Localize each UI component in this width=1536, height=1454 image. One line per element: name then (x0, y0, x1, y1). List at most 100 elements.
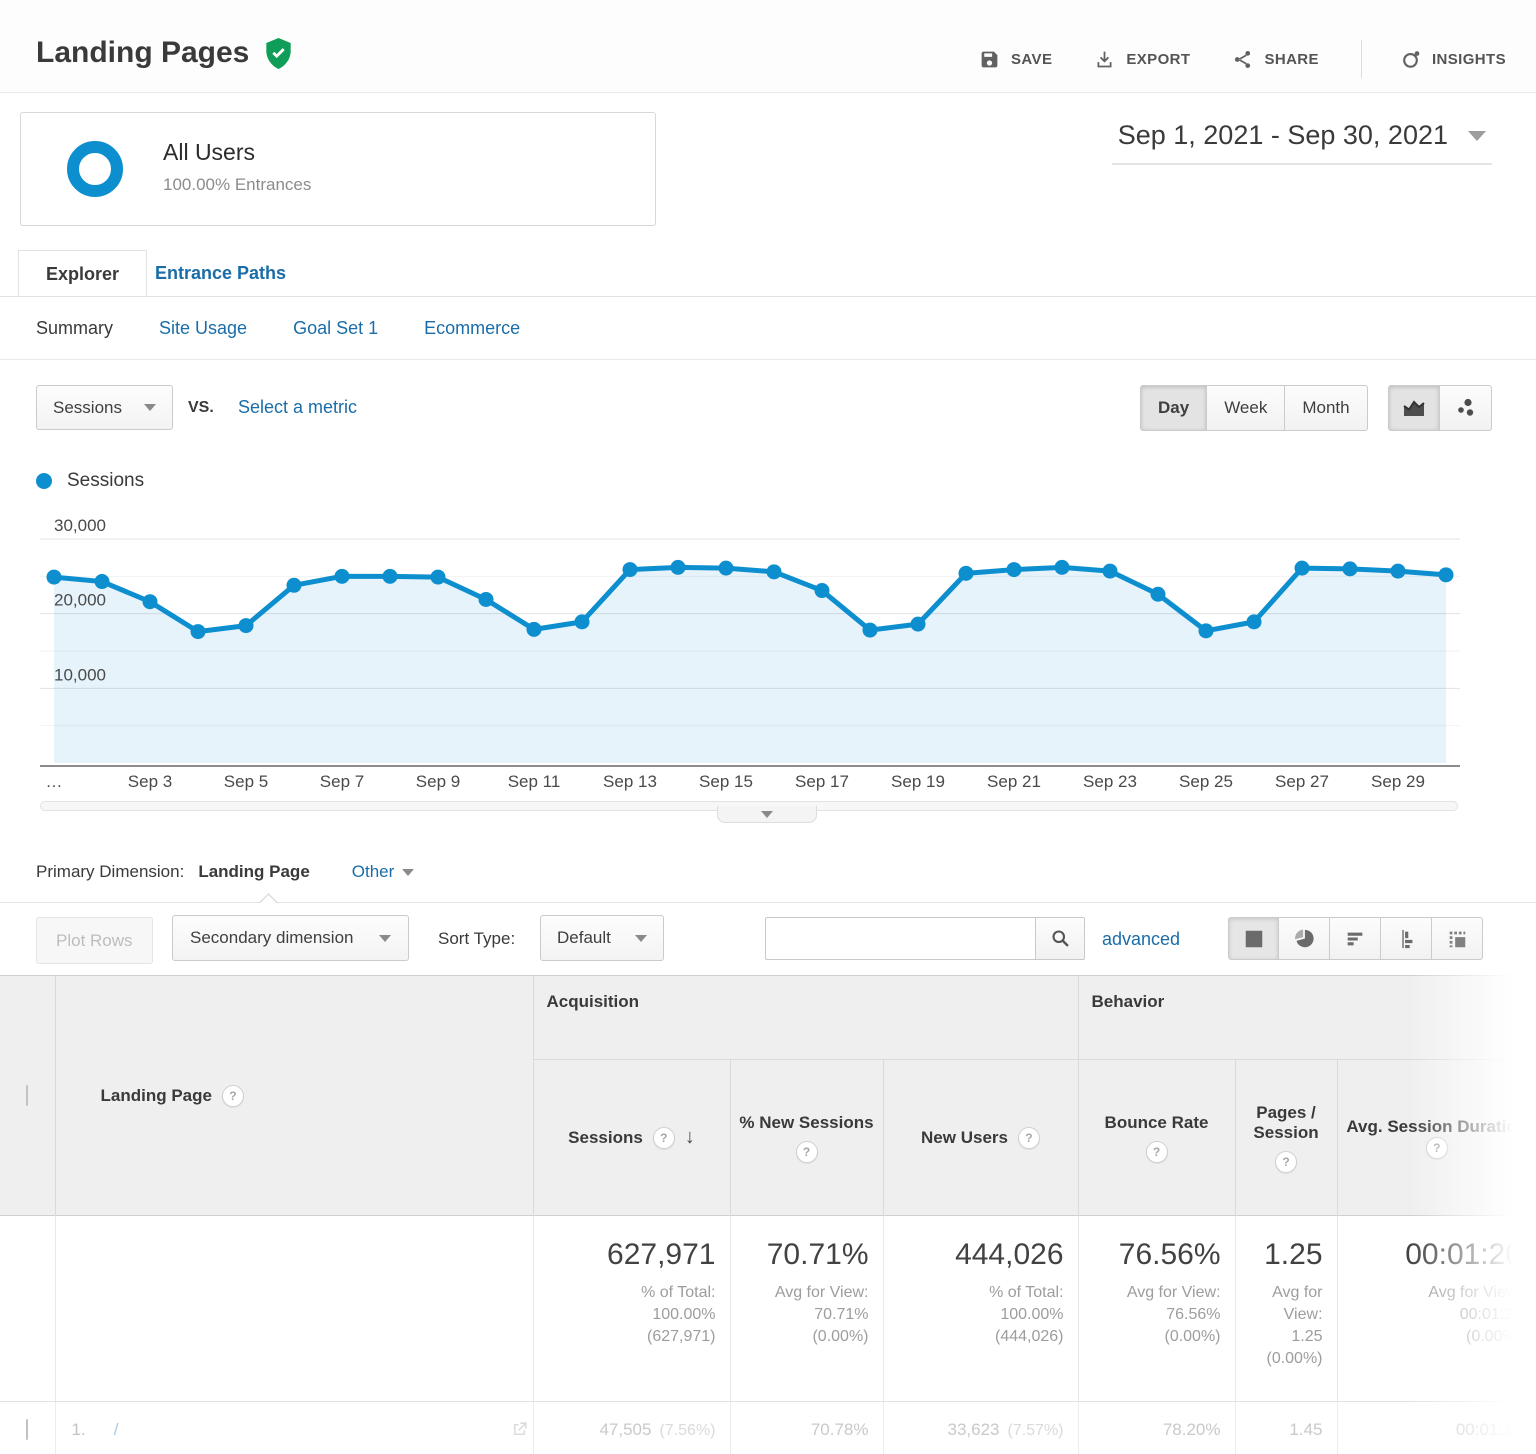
view-percentage-button[interactable] (1279, 917, 1330, 960)
select-a-metric-link[interactable]: Select a metric (238, 397, 357, 418)
vs-label: VS. (188, 399, 214, 416)
x-axis-labels: … Sep 3 Sep 5 Sep 7 Sep 9 Sep 11 Sep 13 Sep 15 S… (40, 772, 1460, 800)
plot-rows-button[interactable]: Plot Rows (36, 917, 153, 964)
landing-page-link[interactable]: / (114, 1420, 119, 1440)
landing-pages-table: Landing Page ? Acquisition Behavior Sess… (0, 975, 1536, 1454)
svg-text:10,000: 10,000 (54, 665, 106, 684)
share-icon (1235, 50, 1251, 68)
help-icon[interactable]: ? (1425, 1136, 1448, 1159)
view-pivot-button[interactable] (1432, 917, 1483, 960)
x-axis-tick-label: Sep 23 (1083, 772, 1137, 791)
chevron-down-icon (143, 404, 156, 411)
row-checkbox[interactable] (26, 1418, 29, 1440)
sessions-cell: 47,505 (7.56%) (532, 1401, 730, 1454)
svg-text:30,000: 30,000 (54, 516, 106, 535)
granularity-week-button[interactable]: Week (1207, 385, 1286, 431)
line-chart-icon (1403, 400, 1425, 416)
report-tabs: Explorer Entrance Paths (0, 250, 1536, 297)
insights-button[interactable]: INSIGHTS (1400, 49, 1506, 70)
tab-entrance-paths[interactable]: Entrance Paths (155, 250, 286, 296)
export-button[interactable]: EXPORT (1094, 49, 1190, 70)
annotations-expander[interactable] (717, 806, 817, 823)
granularity-day-button[interactable]: Day (1140, 385, 1208, 431)
x-axis-tick-label: Sep 3 (127, 772, 173, 791)
x-axis-tick-label: Sep 7 (319, 772, 365, 791)
dimension-landing-page[interactable]: Landing Page (198, 862, 309, 882)
view-comparison-button[interactable] (1381, 917, 1432, 960)
sort-type-dropdown[interactable]: Default (540, 915, 664, 961)
landing-page-cell: 1. / (54, 1401, 533, 1454)
new-sessions-cell: 70.78% (729, 1401, 883, 1454)
help-icon[interactable]: ? (795, 1140, 818, 1163)
search-input[interactable] (765, 917, 1035, 960)
subtab-site-usage[interactable]: Site Usage (159, 318, 247, 339)
sessions-column-header[interactable]: Sessions ? ↓ (532, 1059, 730, 1216)
pie-chart-icon (1295, 929, 1314, 947)
advanced-search-link[interactable]: advanced (1102, 929, 1180, 950)
segment-donut-icon (67, 141, 123, 197)
report-header: Landing Pages SAVE EXPORT SHARE INSIGHTS (0, 0, 1536, 93)
help-icon[interactable]: ? (1017, 1126, 1040, 1149)
new-users-column-header[interactable]: New Users ? (882, 1059, 1079, 1216)
subtab-goal-set-1[interactable]: Goal Set 1 (293, 318, 378, 339)
secondary-dimension-dropdown[interactable]: Secondary dimension (172, 915, 410, 961)
avg-duration-cell: 00:01:12 (1336, 1401, 1536, 1454)
chevron-down-icon (402, 868, 415, 876)
export-icon (1097, 51, 1112, 67)
tab-explorer[interactable]: Explorer (18, 250, 148, 296)
motion-chart-view-button[interactable] (1440, 385, 1492, 431)
page-title-text: Landing Pages (36, 36, 250, 69)
segment-card-all-users[interactable]: All Users 100.00% Entrances (20, 112, 656, 226)
view-table-button[interactable] (1228, 917, 1279, 960)
save-icon (981, 51, 998, 67)
metric-dropdown[interactable]: Sessions (36, 385, 173, 430)
chevron-down-icon (761, 810, 773, 818)
date-range-selector[interactable]: Sep 1, 2021 - Sep 30, 2021 (1111, 116, 1492, 165)
subtab-summary[interactable]: Summary (36, 318, 113, 339)
avg-duration-total: 00:01:20 Avg for View: 00:01:20 (0.00%) (1336, 1215, 1536, 1402)
x-axis-tick-label: Sep 17 (795, 772, 849, 791)
share-button[interactable]: SHARE (1232, 49, 1319, 70)
sessions-chart-svg: 10,000 20,000 30,000 (40, 516, 1460, 767)
view-performance-button[interactable] (1330, 917, 1381, 960)
x-axis-tick-label: Sep 25 (1179, 772, 1233, 791)
new-sessions-total: 70.71% Avg for View: 70.71% (0.00%) (729, 1215, 883, 1402)
x-axis-tick-label: Sep 27 (1275, 772, 1329, 791)
open-in-new-icon[interactable] (510, 1420, 529, 1439)
chart-legend: Sessions (36, 470, 144, 492)
landing-page-column-header[interactable]: Landing Page ? (54, 975, 533, 1216)
sessions-timeseries-chart[interactable]: 10,000 20,000 30,000 (40, 510, 1460, 768)
metric-group-subnav: Summary Site Usage Goal Set 1 Ecommerce (36, 297, 520, 359)
granularity-toggle: Day Week Month (1140, 385, 1368, 431)
date-range-text: Sep 1, 2021 - Sep 30, 2021 (1117, 120, 1448, 150)
insights-icon (1403, 50, 1420, 68)
pages-session-column-header[interactable]: Pages / Session ? (1234, 1059, 1338, 1216)
bounce-rate-column-header[interactable]: Bounce Rate ? (1077, 1059, 1236, 1216)
help-icon[interactable]: ? (221, 1084, 244, 1107)
save-button[interactable]: SAVE (979, 49, 1052, 70)
search-button[interactable] (1035, 917, 1085, 960)
header-actions: SAVE EXPORT SHARE INSIGHTS (937, 40, 1506, 78)
help-icon[interactable]: ? (1145, 1140, 1168, 1163)
select-all-checkbox[interactable] (26, 1084, 29, 1106)
comparison-icon (1402, 929, 1413, 948)
select-all-cell (0, 975, 55, 1216)
dimension-other-dropdown[interactable]: Other (352, 862, 415, 882)
subtab-ecommerce[interactable]: Ecommerce (424, 318, 520, 339)
granularity-month-button[interactable]: Month (1285, 385, 1368, 431)
x-axis-tick-label: Sep 9 (415, 772, 461, 791)
table-row[interactable]: 1. / 47,505 (7.56%) 70.78% 33,623 (7.57%) … (0, 1401, 1536, 1454)
help-icon[interactable]: ? (1275, 1150, 1298, 1173)
legend-label: Sessions (67, 470, 145, 491)
help-icon[interactable]: ? (652, 1126, 675, 1149)
line-chart-view-button[interactable] (1388, 385, 1440, 431)
pivot-table-icon (1449, 931, 1466, 947)
avg-session-duration-column-header[interactable]: Avg. Session Duration ? (1336, 1059, 1536, 1216)
verified-shield-icon (265, 37, 292, 69)
x-axis-tick-label: Sep 5 (223, 772, 269, 791)
new-sessions-column-header[interactable]: % New Sessions ? (729, 1059, 883, 1216)
group-header-row: Landing Page ? Acquisition Behavior (0, 975, 1536, 1216)
new-users-total: 444,026 % of Total: 100.00% (444,026) (882, 1215, 1079, 1402)
x-axis-tick-label: … (45, 772, 63, 791)
x-axis-tick-label: Sep 21 (987, 772, 1041, 791)
